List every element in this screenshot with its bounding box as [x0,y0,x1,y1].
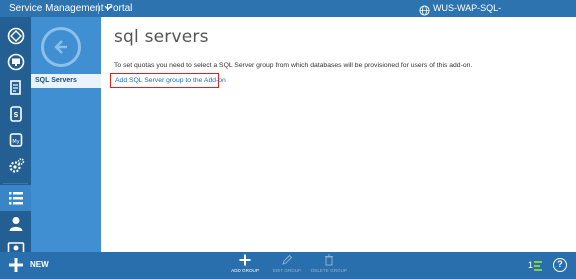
page-title: sql servers [114,27,209,47]
svg-text:My: My [12,139,19,145]
page-description: To set quotas you need to select a SQL S… [114,62,473,69]
edit-group-label: EDIT GROUP [272,268,302,273]
user-icon [9,217,22,231]
subnav-item-label: SQL Servers [35,77,77,84]
left-nav-rail: S My [0,17,31,254]
pencil-icon [282,254,293,265]
operations-count[interactable]: 1 [528,259,533,271]
globe-icon[interactable] [419,3,430,16]
topbar-divider [98,3,99,14]
svg-text:S: S [13,111,18,119]
arrow-left-icon [54,40,67,54]
rail-item-virtual-machines[interactable] [0,75,31,101]
plus-icon [9,258,23,272]
delete-group-label: DELETE GROUP [311,268,347,273]
portal-title[interactable]: Service Management Portal [9,2,132,15]
subnav-item-sql-servers[interactable]: SQL Servers [31,74,101,88]
trash-icon [325,254,333,266]
main-content: sql servers To set quotas you need to se… [101,17,576,252]
database-icon: S [9,106,22,122]
add-group-label: ADD GROUP [231,268,259,273]
secondary-nav: SQL Servers [31,17,101,252]
monitor-icon [7,53,24,71]
help-icon[interactable]: ? [553,258,567,272]
new-button-label: NEW [30,260,49,269]
top-bar: Service Management Portal WUS-WAP-SQL-OE… [0,0,576,26]
rail-item-web-sites[interactable] [0,49,31,75]
add-sql-server-group-link[interactable]: Add SQL Server group to the Add-on [110,73,226,88]
plus-icon [239,254,251,266]
rail-item-user-accounts[interactable] [0,211,31,237]
rail-item-automation[interactable] [0,153,31,179]
gears-icon [8,158,24,173]
rail-item-sql-servers[interactable]: S [0,101,31,127]
rail-item-plans[interactable] [0,185,31,211]
grid-icon [7,27,24,45]
rail-item-all-items[interactable] [0,23,31,49]
rail-divider [3,183,28,184]
document-icon [9,80,21,95]
rail-item-mysql-servers[interactable]: My [0,127,31,153]
edit-group-button[interactable]: EDIT GROUP [264,254,310,278]
chevron-down-icon[interactable] [103,1,113,15]
delete-group-button[interactable]: DELETE GROUP [306,254,352,278]
list-icon [8,192,23,205]
new-button[interactable]: NEW [8,255,58,275]
command-bar: NEW ADD GROUP EDIT GROUP DELETE GROUP 1 … [0,252,576,279]
operations-status-icon[interactable] [534,259,542,271]
add-sql-server-group-link-label[interactable]: Add SQL Server group to the Add-on [115,76,226,85]
mysql-icon: My [9,133,22,147]
add-group-button[interactable]: ADD GROUP [222,254,268,278]
back-button[interactable] [41,27,81,67]
